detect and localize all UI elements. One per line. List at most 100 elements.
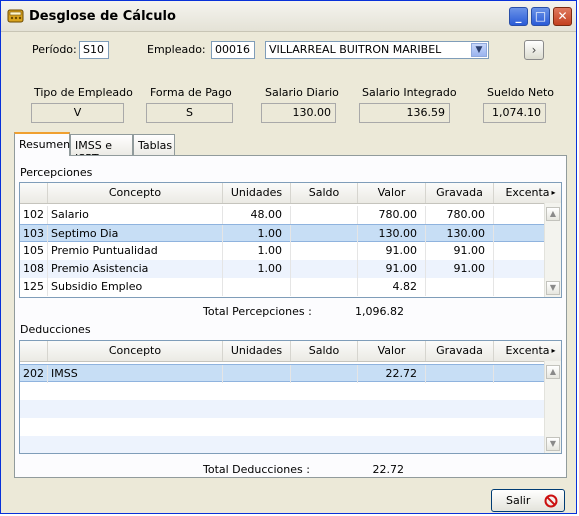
scroll-up-icon[interactable]: ▲ xyxy=(546,365,560,379)
row-code: 202 xyxy=(20,365,48,383)
salario-integrado-value: 136.59 xyxy=(359,103,450,123)
deducciones-title: Deducciones xyxy=(20,323,91,336)
row-concepto: Salario xyxy=(48,206,223,224)
row-saldo xyxy=(291,225,358,243)
maximize-icon: □ xyxy=(534,9,547,23)
row-excenta xyxy=(494,206,545,224)
row-concepto: IMSS xyxy=(48,365,223,383)
row-excenta xyxy=(494,260,545,278)
grid-header: Concepto Unidades Saldo Valor Gravada Ex… xyxy=(20,183,561,204)
scroll-down-icon[interactable]: ▼ xyxy=(546,437,560,451)
row-code: 125 xyxy=(20,278,48,296)
row-valor: 91.00 xyxy=(358,242,426,260)
table-row-selected[interactable]: 103 Septimo Dia 1.00 130.00 130.00 xyxy=(20,224,545,243)
periodo-field[interactable]: S10 xyxy=(79,41,109,59)
vertical-scrollbar[interactable]: ▲ ▼ xyxy=(544,203,561,297)
sueldo-neto-value: 1,074.10 xyxy=(483,103,546,123)
tab-tablas[interactable]: Tablas xyxy=(133,134,175,155)
table-row[interactable]: 105 Premio Puntualidad 1.00 91.00 91.00 xyxy=(20,242,545,260)
col-valor[interactable]: Valor xyxy=(358,341,426,361)
table-row[interactable]: 125 Subsidio Empleo 4.82 xyxy=(20,278,545,296)
forma-pago-value: S xyxy=(146,103,233,123)
close-button[interactable]: ✕ xyxy=(553,7,572,26)
vertical-scrollbar[interactable]: ▲ ▼ xyxy=(544,361,561,453)
minimize-icon: _ xyxy=(515,9,522,23)
col-unidades[interactable]: Unidades xyxy=(223,341,291,361)
row-excenta xyxy=(494,365,545,383)
row-unidades: 48.00 xyxy=(223,206,291,224)
empty-row xyxy=(20,418,545,436)
row-header-corner xyxy=(20,341,48,361)
row-unidades xyxy=(223,278,291,296)
row-valor: 780.00 xyxy=(358,206,426,224)
row-concepto: Septimo Dia xyxy=(48,225,223,243)
row-code: 105 xyxy=(20,242,48,260)
salario-integrado-label: Salario Integrado xyxy=(362,86,457,99)
tipo-empleado-value: V xyxy=(31,103,124,123)
row-unidades: 1.00 xyxy=(223,242,291,260)
col-concepto[interactable]: Concepto xyxy=(48,341,223,361)
col-saldo[interactable]: Saldo xyxy=(291,341,358,361)
calculator-icon xyxy=(7,9,24,23)
percepciones-title: Percepciones xyxy=(20,166,93,179)
row-saldo xyxy=(291,278,358,296)
desglose-window: Desglose de Cálculo _ □ ✕ Período: S10 E… xyxy=(0,0,577,514)
row-code: 108 xyxy=(20,260,48,278)
title-bar[interactable]: Desglose de Cálculo _ □ ✕ xyxy=(1,1,576,32)
deducciones-grid[interactable]: Concepto Unidades Saldo Valor Gravada Ex… xyxy=(19,340,562,454)
scroll-down-icon[interactable]: ▼ xyxy=(546,281,560,295)
next-employee-button[interactable]: › xyxy=(524,40,544,60)
row-saldo xyxy=(291,242,358,260)
col-unidades[interactable]: Unidades xyxy=(223,183,291,203)
total-deducciones-value: 22.72 xyxy=(372,463,405,476)
row-concepto: Premio Puntualidad xyxy=(48,242,223,260)
chevron-right-icon: › xyxy=(531,43,537,57)
total-percepciones-label: Total Percepciones : xyxy=(203,305,312,318)
row-unidades: 1.00 xyxy=(223,225,291,243)
salario-diario-value: 130.00 xyxy=(261,103,336,123)
row-excenta xyxy=(494,278,545,296)
tab-resumen[interactable]: Resumen xyxy=(14,132,70,156)
chevron-down-icon[interactable]: ▼ xyxy=(471,43,487,57)
empleado-name-select[interactable]: VILLARREAL BUITRON MARIBEL ▼ xyxy=(265,41,489,59)
row-valor: 22.72 xyxy=(358,365,426,383)
row-unidades: 1.00 xyxy=(223,260,291,278)
tab-imss-ispt[interactable]: IMSS e ISPT xyxy=(70,134,133,165)
col-concepto[interactable]: Concepto xyxy=(48,183,223,203)
row-gravada: 91.00 xyxy=(426,242,494,260)
col-saldo[interactable]: Saldo xyxy=(291,183,358,203)
row-unidades xyxy=(223,365,291,383)
empleado-label: Empleado: xyxy=(147,43,206,56)
col-gravada[interactable]: Gravada xyxy=(426,341,494,361)
row-gravada: 130.00 xyxy=(426,225,494,243)
periodo-label: Período: xyxy=(32,43,77,56)
row-valor: 91.00 xyxy=(358,260,426,278)
maximize-button[interactable]: □ xyxy=(531,7,550,26)
percepciones-grid[interactable]: Concepto Unidades Saldo Valor Gravada Ex… xyxy=(19,182,562,298)
empty-row xyxy=(20,382,545,400)
row-valor: 130.00 xyxy=(358,225,426,243)
row-gravada: 780.00 xyxy=(426,206,494,224)
col-gravada[interactable]: Gravada xyxy=(426,183,494,203)
table-row[interactable]: 108 Premio Asistencia 1.00 91.00 91.00 xyxy=(20,260,545,278)
row-concepto: Premio Asistencia xyxy=(48,260,223,278)
salario-diario-label: Salario Diario xyxy=(265,86,339,99)
empleado-field[interactable]: 00016 xyxy=(211,41,255,59)
salir-button[interactable]: Salir xyxy=(491,489,565,512)
row-gravada xyxy=(426,365,494,383)
empty-row xyxy=(20,436,545,453)
scroll-up-icon[interactable]: ▲ xyxy=(546,207,560,221)
close-icon: ✕ xyxy=(557,9,568,23)
scroll-right-icon[interactable]: ▸ xyxy=(544,341,561,361)
salir-label: Salir xyxy=(506,494,531,507)
table-row-selected[interactable]: 202 IMSS 22.72 xyxy=(20,364,545,383)
row-code: 102 xyxy=(20,206,48,224)
table-row[interactable]: 102 Salario 48.00 780.00 780.00 xyxy=(20,206,545,224)
empty-row xyxy=(20,400,545,418)
grid-header: Concepto Unidades Saldo Valor Gravada Ex… xyxy=(20,341,561,362)
row-valor: 4.82 xyxy=(358,278,426,296)
minimize-button[interactable]: _ xyxy=(509,7,528,26)
row-gravada: 91.00 xyxy=(426,260,494,278)
scroll-right-icon[interactable]: ▸ xyxy=(544,183,561,203)
col-valor[interactable]: Valor xyxy=(358,183,426,203)
